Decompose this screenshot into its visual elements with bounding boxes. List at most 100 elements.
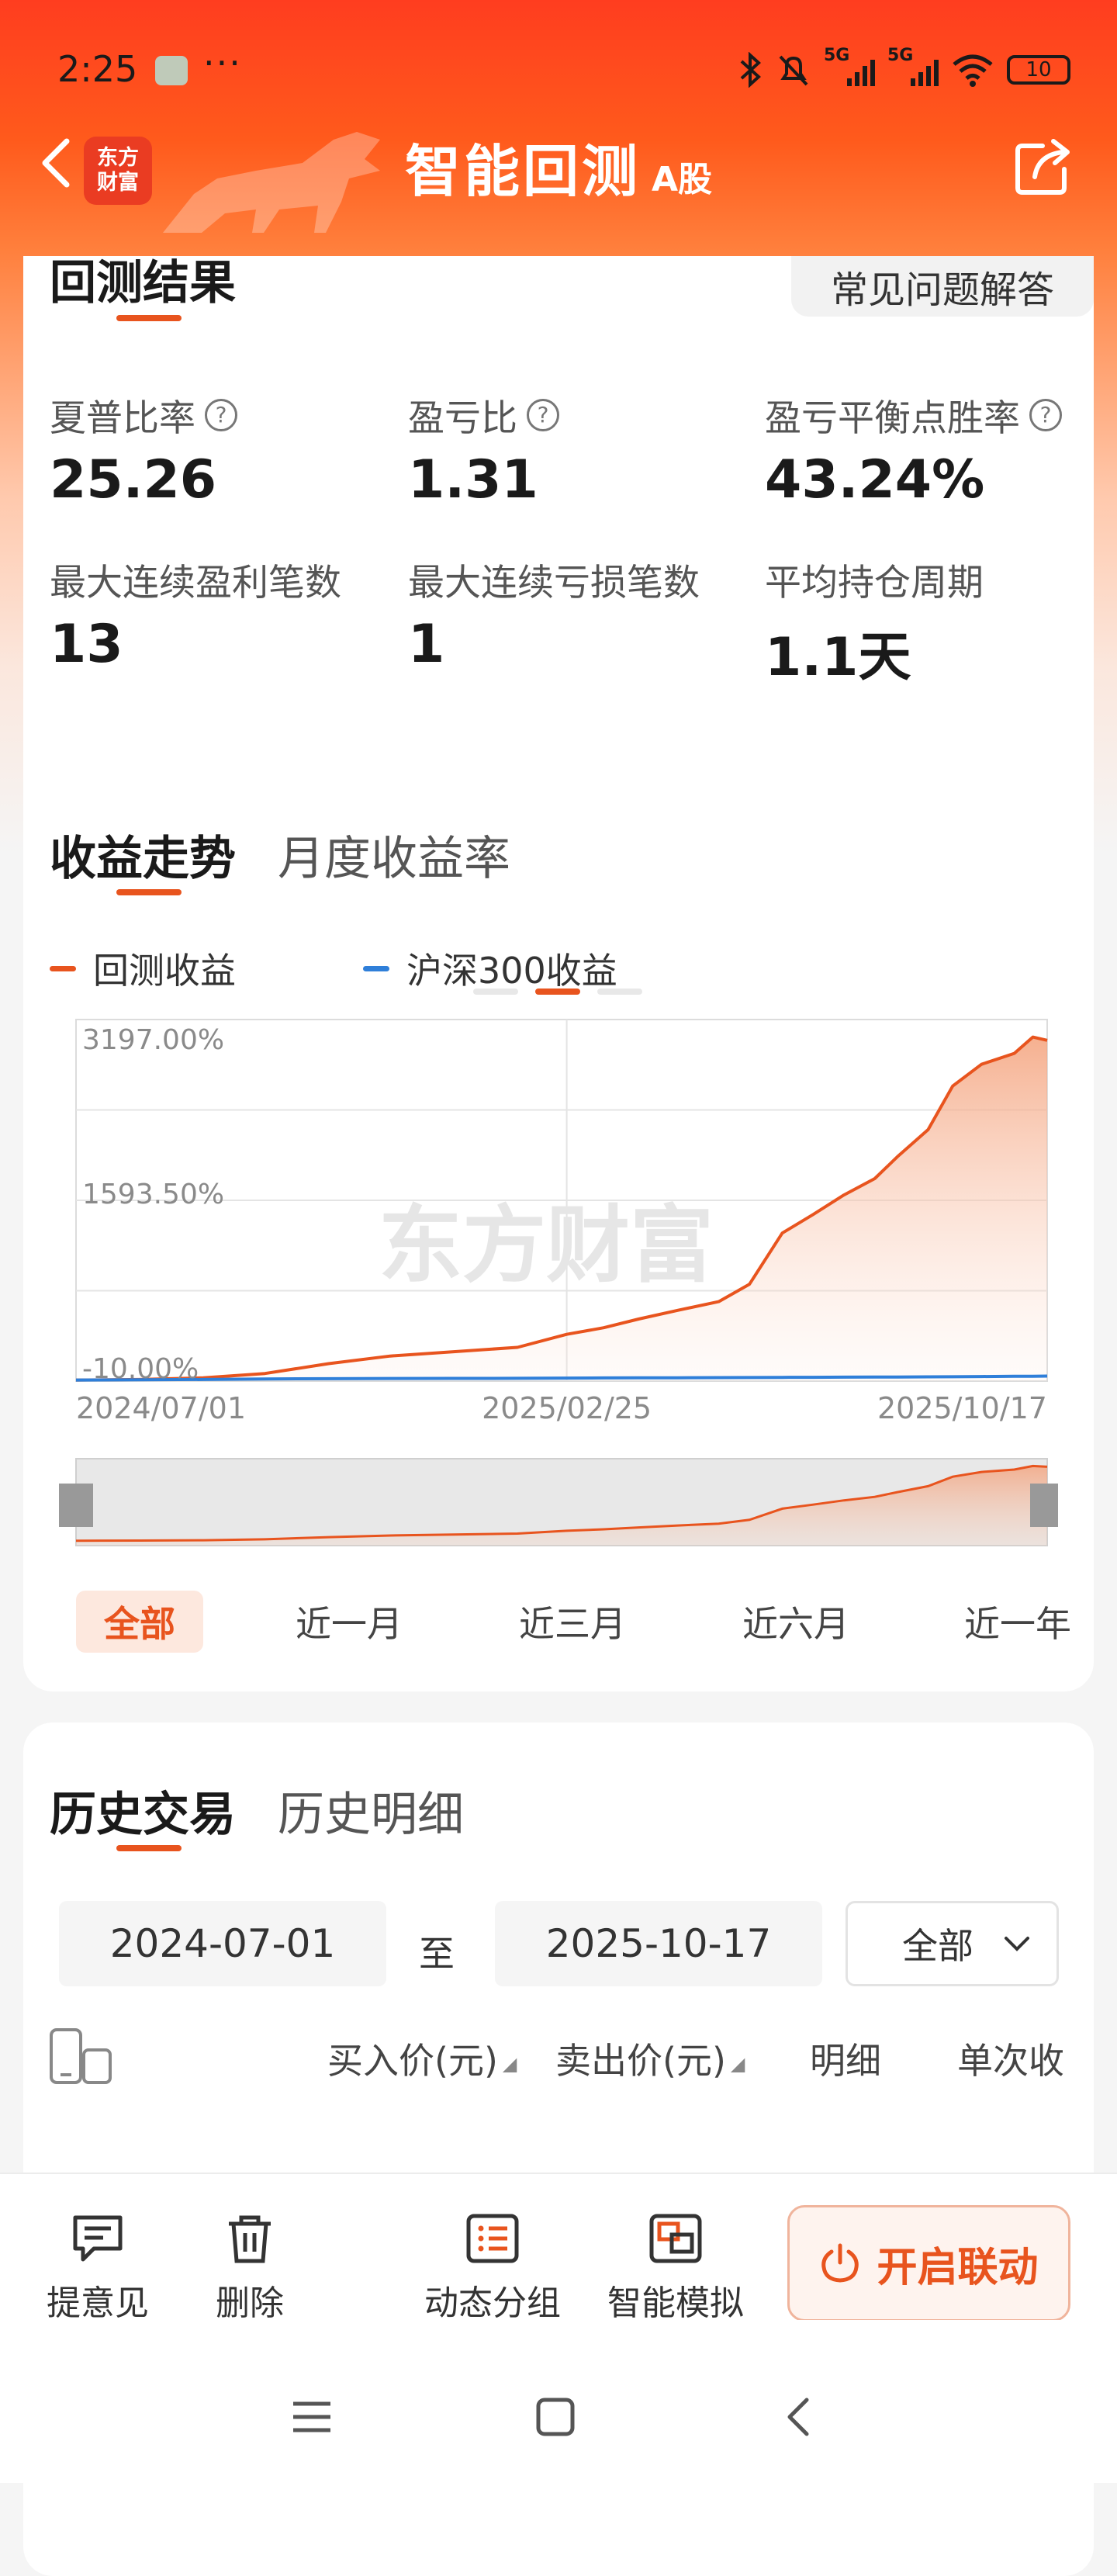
status-time: 2:25 xyxy=(57,48,138,90)
y-tick-label: 1593.50% xyxy=(82,1179,224,1210)
feedback-button[interactable]: 提意见 xyxy=(43,2213,152,2325)
col-sell-price[interactable]: 卖出价(元) ◢ xyxy=(555,2033,745,2084)
date-range-separator: 至 xyxy=(419,1933,455,1975)
y-tick-label: 3197.00% xyxy=(82,1024,224,1056)
watermark-text: 东方财富 xyxy=(379,1197,714,1294)
feedback-icon xyxy=(73,2215,123,2262)
page-title-main: 智能回测 xyxy=(404,139,641,204)
metric-max-win-streak: 最大连续盈利笔数 13 xyxy=(50,552,406,675)
col-label: 卖出价(元) xyxy=(555,2040,726,2082)
chevron-down-icon xyxy=(1005,1937,1029,1951)
legend-hs300: 沪深300收益 xyxy=(363,943,617,994)
metric-value: 1.31 xyxy=(408,449,538,511)
navigator-handle-left[interactable] xyxy=(59,1484,93,1527)
col-label: 买入价(元) xyxy=(327,2040,498,2082)
mute-bell-icon xyxy=(779,55,808,86)
wifi-icon xyxy=(953,54,993,87)
power-icon xyxy=(821,2243,859,2283)
metric-profit-loss-ratio: 盈亏比? 1.31 xyxy=(408,388,765,511)
bottom-toolbar: 提意见 删除 动态分组 智能模拟 开启联动 xyxy=(0,2173,1117,2325)
trade-filter-select[interactable]: 全部 xyxy=(846,1901,1059,1986)
device-toggle-icon[interactable] xyxy=(48,2027,115,2086)
navigator-handle-right[interactable] xyxy=(1030,1484,1064,1527)
system-navigation-bar xyxy=(0,2320,1117,2483)
metric-sharpe: 夏普比率? 25.26 xyxy=(50,388,406,511)
status-bar: 2:25 ··· 5G 5G 10 xyxy=(0,31,1117,109)
tab-history-trades[interactable]: 历史交易 xyxy=(50,1777,236,1844)
smart-simulation-label: 智能模拟 xyxy=(607,2283,744,2323)
range-3m[interactable]: 近三月 xyxy=(510,1591,635,1653)
x-tick-label: 2025/10/17 xyxy=(877,1391,1047,1425)
results-title-underline xyxy=(116,315,182,321)
x-tick-label: 2024/07/01 xyxy=(76,1391,246,1425)
range-6m[interactable]: 近六月 xyxy=(734,1591,858,1653)
metric-label: 平均持仓周期 xyxy=(765,562,984,604)
dynamic-group-button[interactable]: 动态分组 xyxy=(419,2213,566,2325)
list-icon xyxy=(466,2214,519,2263)
legend-backtest: 回测收益 xyxy=(50,943,236,994)
home-icon[interactable] xyxy=(534,2395,577,2439)
range-1y[interactable]: 近一年 xyxy=(956,1591,1080,1653)
bluetooth-icon xyxy=(740,52,761,88)
metric-value: 25.26 xyxy=(50,449,217,511)
legend-swatch xyxy=(363,965,389,971)
menu-icon[interactable] xyxy=(289,2398,335,2436)
metric-value: 13 xyxy=(50,614,123,675)
metric-label: 最大连续亏损笔数 xyxy=(408,562,700,604)
back-icon[interactable] xyxy=(780,2395,816,2439)
help-icon[interactable]: ? xyxy=(1029,398,1062,431)
col-single-return: 单次收 xyxy=(957,2040,1064,2082)
metric-avg-holding-period: 平均持仓周期 1.1天 xyxy=(765,552,1117,691)
signal-1-icon: 5G xyxy=(824,46,875,89)
sort-icon: ◢ xyxy=(730,2052,745,2075)
tab-return-trend[interactable]: 收益走势 xyxy=(50,821,236,888)
share-icon[interactable] xyxy=(1012,133,1077,199)
metric-value: 1 xyxy=(408,614,445,675)
metric-label-text: 盈亏平衡点胜率 xyxy=(765,397,1020,440)
faq-button[interactable]: 常见问题解答 xyxy=(791,256,1094,317)
trash-icon xyxy=(229,2215,271,2263)
page-title: 智能回测 A股 xyxy=(0,126,1117,207)
simulation-icon xyxy=(649,2214,702,2263)
more-notifications-dots: ··· xyxy=(203,42,242,84)
feedback-label: 提意见 xyxy=(47,2283,149,2323)
start-date-field[interactable]: 2024-07-01 xyxy=(59,1901,386,1986)
delete-button[interactable]: 删除 xyxy=(203,2213,296,2325)
return-chart[interactable]: 东方财富 3197.00% 1593.50% -10.00% 2024/07/01 20… xyxy=(50,1009,1064,1570)
tab-monthly-return[interactable]: 月度收益率 xyxy=(278,821,510,888)
range-selector: 全部 近一月 近三月 近六月 近一年 xyxy=(54,1591,1078,1653)
help-icon[interactable]: ? xyxy=(205,398,237,431)
dynamic-group-label: 动态分组 xyxy=(424,2283,561,2323)
metric-label-text: 盈亏比 xyxy=(408,397,517,440)
trend-tab-underline xyxy=(116,889,182,895)
legend-label: 沪深300收益 xyxy=(406,950,617,992)
col-buy-price[interactable]: 买入价(元) ◢ xyxy=(327,2033,517,2084)
enable-link-label: 开启联动 xyxy=(877,2244,1039,2291)
results-title: 回测结果 xyxy=(50,256,236,310)
metric-max-loss-streak: 最大连续亏损笔数 1 xyxy=(408,552,765,675)
col-detail: 明细 xyxy=(810,2040,881,2082)
enable-link-button[interactable]: 开启联动 xyxy=(787,2205,1070,2322)
tab-history-details[interactable]: 历史明细 xyxy=(278,1777,464,1844)
end-date-field[interactable]: 2025-10-17 xyxy=(495,1901,822,1986)
notification-app-icon xyxy=(155,56,188,85)
range-navigator[interactable] xyxy=(59,1458,1064,1546)
delete-label: 删除 xyxy=(216,2283,284,2323)
x-tick-label: 2025/02/25 xyxy=(482,1391,652,1425)
metric-value: 1.1天 xyxy=(765,627,911,688)
smart-simulation-button[interactable]: 智能模拟 xyxy=(602,2213,749,2325)
nav-bar: 东方 财富 智能回测 A股 xyxy=(0,116,1117,209)
y-tick-label: -10.00% xyxy=(82,1353,199,1385)
metric-value: 43.24% xyxy=(765,449,985,511)
page-title-market: A股 xyxy=(651,160,713,199)
status-icons: 5G 5G 10 xyxy=(738,46,1070,93)
legend-swatch xyxy=(50,965,76,971)
return-chart-svg: 东方财富 3197.00% 1593.50% -10.00% 2024/07/01 20… xyxy=(59,1019,1064,1546)
metric-breakeven-winrate: 盈亏平衡点胜率? 43.24% xyxy=(765,388,1117,511)
range-1m[interactable]: 近一月 xyxy=(287,1591,411,1653)
history-tab-underline xyxy=(116,1845,182,1851)
metric-label: 盈亏平衡点胜率? xyxy=(765,388,1117,441)
metric-label-text: 夏普比率 xyxy=(50,397,195,440)
range-all[interactable]: 全部 xyxy=(76,1591,203,1653)
help-icon[interactable]: ? xyxy=(527,398,559,431)
